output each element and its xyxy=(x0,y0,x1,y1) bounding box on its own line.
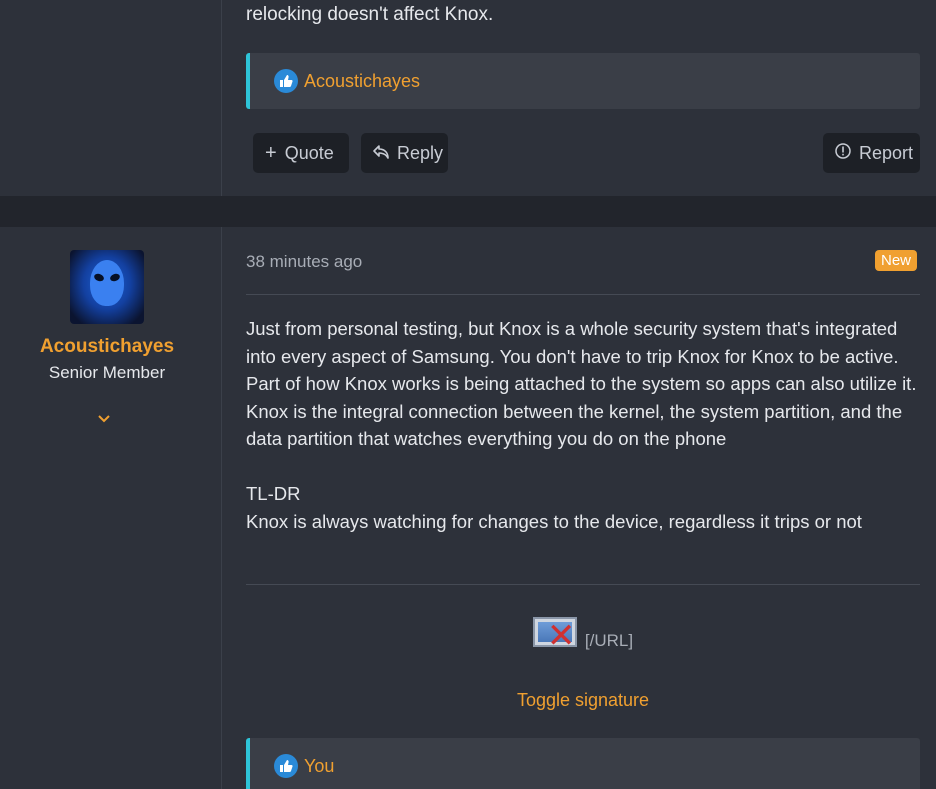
alert-circle-icon xyxy=(835,142,851,165)
post-separator xyxy=(0,196,936,227)
post-paragraph: Just from personal testing, but Knox is … xyxy=(246,318,917,449)
reply-arrow-icon xyxy=(373,142,389,165)
like-icon xyxy=(274,754,298,778)
avatar[interactable] xyxy=(70,250,144,324)
post-text: relocking doesn't affect Knox. xyxy=(246,4,494,25)
signature-divider xyxy=(246,584,920,585)
divider xyxy=(246,294,920,295)
post-user-column: Acoustichayes Senior Member xyxy=(0,227,222,789)
post-body: Just from personal testing, but Knox is … xyxy=(246,315,920,535)
report-button-label: Report xyxy=(859,142,914,163)
reactions-bar[interactable]: You xyxy=(246,738,920,789)
chevron-down-icon[interactable] xyxy=(98,410,110,426)
quote-button-label: Quote xyxy=(284,142,334,163)
quote-button[interactable]: + Quote xyxy=(253,133,349,173)
reaction-user-link[interactable]: You xyxy=(304,756,334,777)
reactions-bar[interactable]: Acoustichayes xyxy=(246,53,920,109)
post-main: relocking doesn't affect Knox. Acoustich… xyxy=(222,0,936,196)
post-previous: relocking doesn't affect Knox. Acoustich… xyxy=(0,0,936,196)
toggle-signature-link[interactable]: Toggle signature xyxy=(246,690,920,711)
signature-url-text: [/URL] xyxy=(584,631,634,650)
broken-image-icon: ✕ xyxy=(532,615,579,655)
post-timestamp[interactable]: 38 minutes ago xyxy=(246,252,362,272)
post-tldr-text: Knox is always watching for changes to t… xyxy=(246,510,862,532)
post-user-column xyxy=(0,0,222,196)
reply-button[interactable]: Reply xyxy=(361,133,448,173)
plus-icon: + xyxy=(265,141,277,164)
like-icon xyxy=(274,69,298,93)
reply-button-label: Reply xyxy=(397,142,444,163)
user-title: Senior Member xyxy=(48,363,166,382)
post-main: 38 minutes ago New Just from personal te… xyxy=(222,227,936,789)
post-tldr-heading: TL-DR xyxy=(246,483,301,504)
reaction-user-link[interactable]: Acoustichayes xyxy=(304,71,420,92)
post-current: Acoustichayes Senior Member 38 minutes a… xyxy=(0,227,936,789)
username-link[interactable]: Acoustichayes xyxy=(0,336,214,358)
new-badge: New xyxy=(875,250,918,271)
report-button[interactable]: Report xyxy=(823,133,920,173)
signature: ✕ [/URL] xyxy=(246,615,920,655)
